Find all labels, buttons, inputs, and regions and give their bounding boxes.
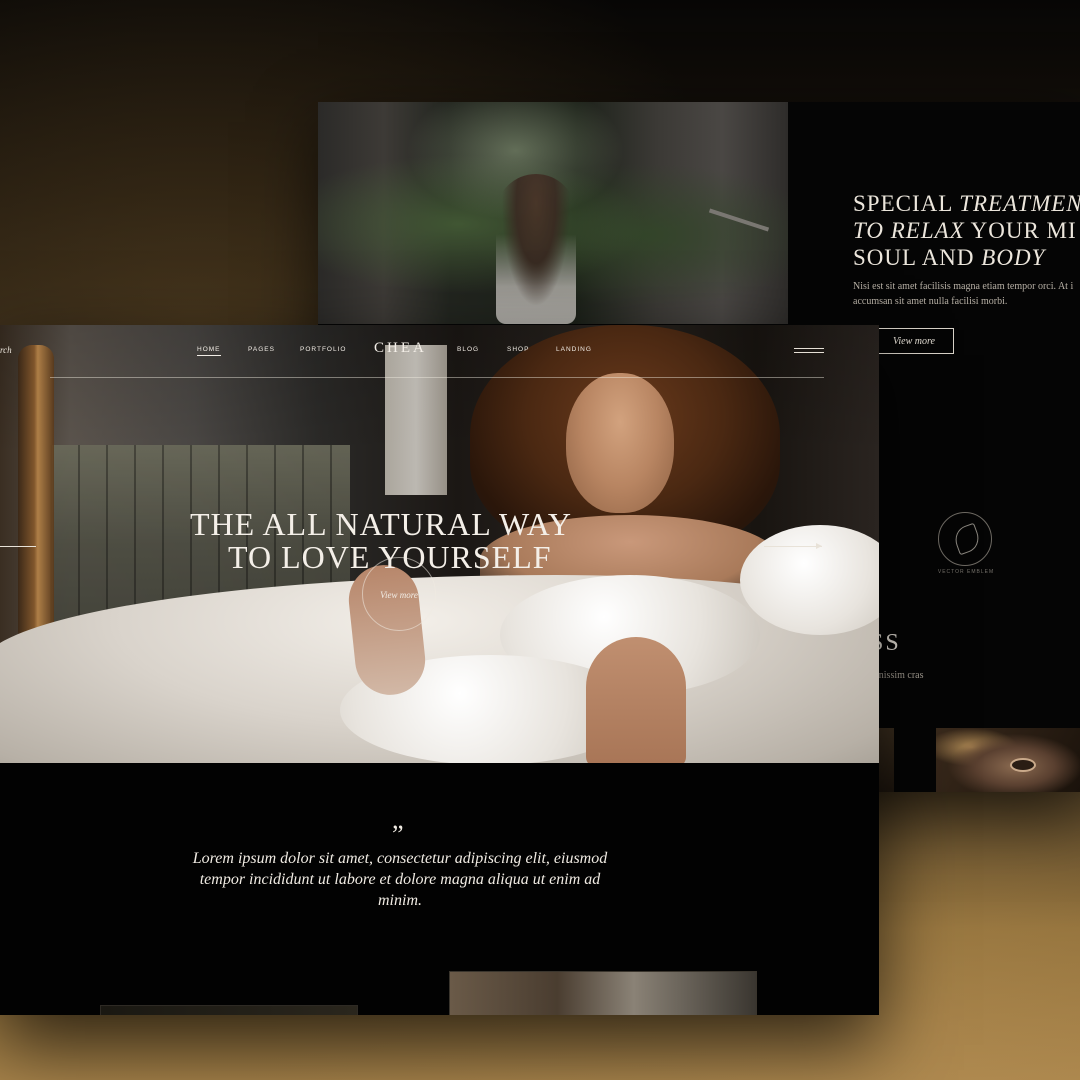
hero-view-more-button[interactable]: View more [362, 557, 436, 631]
paragraph-line2: accumsan sit amet nulla facilisi morbi. [853, 296, 1008, 307]
next-slide-arrow-icon[interactable] [764, 543, 822, 549]
emblem-text: VECTOR EMBLEM [937, 569, 995, 575]
brass-faucet [18, 345, 54, 645]
menu-icon[interactable] [794, 348, 824, 354]
site-logo[interactable]: CHEA [374, 340, 427, 357]
seated-woman-figure [496, 174, 576, 324]
leaf-emblem-icon: VECTOR EMBLEM [938, 512, 993, 575]
face [566, 373, 674, 513]
nav-item-pages[interactable]: PAGES [248, 346, 275, 353]
hero-section: rch HOME PAGES PORTFOLIO CHEA BLOG SHOP … [0, 325, 879, 763]
front-thumbnail-1[interactable] [100, 1005, 358, 1015]
search-link[interactable]: rch [0, 345, 12, 355]
testimonial-text: Lorem ipsum dolor sit amet, consectetur … [192, 850, 608, 909]
title-line3-plain: SOUL AND [853, 245, 982, 270]
prev-slide-arrow-icon[interactable] [0, 546, 36, 547]
title-line1-italic: TREATMEN [959, 191, 1080, 216]
paragraph-line1: Nisi est sit amet facilisis magna etiam … [853, 281, 1074, 292]
nav-item-home[interactable]: HOME [197, 346, 221, 356]
title-line3-italic: BODY [981, 245, 1046, 270]
hero-title-line1: THE ALL NATURAL WAY [190, 506, 572, 542]
quote-icon: ” [392, 820, 404, 849]
back-thumbnail-face[interactable] [936, 728, 1080, 792]
title-line2-italic: TO RELAX [853, 218, 965, 243]
monstera-leaf-icon [951, 522, 983, 556]
nav-item-landing[interactable]: LANDING [556, 346, 592, 353]
greenhouse-photo [318, 102, 788, 324]
knee [586, 637, 686, 763]
front-thumbnail-2[interactable] [449, 971, 757, 1015]
back-section-paragraph: Nisi est sit amet facilisis magna etiam … [853, 279, 1080, 309]
eye-detail [1010, 758, 1036, 772]
title-line2-plain: YOUR MI [964, 218, 1077, 243]
nav-item-portfolio[interactable]: PORTFOLIO [300, 346, 346, 353]
nav-item-blog[interactable]: BLOG [457, 346, 479, 353]
title-line1-plain: SPECIAL [853, 191, 960, 216]
back-section-title: SPECIAL TREATMEN TO RELAX YOUR MI SOUL A… [853, 190, 1080, 271]
shower-pipe [708, 208, 770, 232]
front-screen-mockup: rch HOME PAGES PORTFOLIO CHEA BLOG SHOP … [0, 325, 879, 1015]
back-view-more-button[interactable]: View more [874, 328, 954, 354]
top-navigation: rch HOME PAGES PORTFOLIO CHEA BLOG SHOP … [0, 325, 879, 377]
nav-item-shop[interactable]: SHOP [507, 346, 529, 353]
nav-divider [50, 377, 824, 378]
